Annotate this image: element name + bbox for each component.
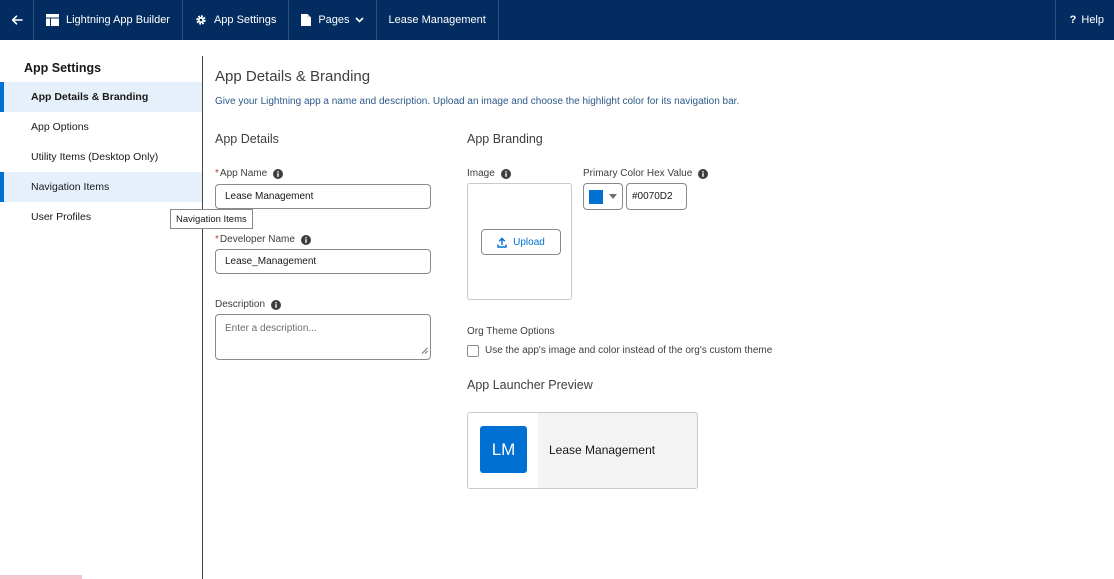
- resize-handle-icon[interactable]: [421, 346, 428, 357]
- app-builder-title: Lightning App Builder: [34, 0, 183, 40]
- sidebar-item-app-details-branding[interactable]: App Details & Branding: [0, 82, 202, 112]
- developer-name-input[interactable]: Lease_Management: [215, 249, 431, 274]
- required-asterisk: *: [215, 168, 219, 179]
- app-name-label-text: App Name: [219, 168, 268, 179]
- app-icon: LM: [480, 426, 527, 473]
- pages-label: Pages: [318, 14, 350, 26]
- gear-icon: [195, 14, 207, 26]
- page-icon: [301, 14, 312, 26]
- question-icon: ?: [1069, 14, 1077, 26]
- preview-app-name: Lease Management: [549, 443, 656, 457]
- info-icon[interactable]: [300, 234, 311, 245]
- image-dropzone[interactable]: Upload: [467, 183, 572, 300]
- info-icon[interactable]: [271, 299, 282, 310]
- page-description: Give your Lightning app a name and descr…: [215, 96, 740, 107]
- upload-label: Upload: [513, 236, 545, 248]
- current-app-name: Lease Management: [377, 0, 499, 40]
- org-theme-label: Org Theme Options: [467, 326, 555, 337]
- sidebar-item-utility-items[interactable]: Utility Items (Desktop Only): [0, 142, 202, 172]
- arrow-left-icon: [11, 14, 23, 26]
- color-picker-button[interactable]: [583, 183, 623, 210]
- app-builder-icon: [46, 14, 59, 26]
- top-navigation-bar: Lightning App Builder App Settings Pages…: [0, 0, 1114, 40]
- hex-color-input[interactable]: #0070D2: [626, 183, 687, 210]
- page-title: App Details & Branding: [215, 68, 371, 85]
- developer-name-label-text: Developer Name: [219, 234, 295, 245]
- primary-color-label-text: Primary Color Hex Value: [583, 168, 693, 179]
- app-settings-label: App Settings: [213, 14, 277, 26]
- app-launcher-preview: LM Lease Management: [467, 412, 698, 489]
- settings-sidebar: App Settings App Details & Branding App …: [0, 56, 203, 579]
- app-settings-button[interactable]: App Settings: [183, 0, 290, 40]
- caret-down-icon: [609, 193, 617, 200]
- preview-icon-area: LM: [468, 413, 538, 488]
- app-launcher-preview-heading: App Launcher Preview: [467, 378, 593, 392]
- org-theme-checkbox-label: Use the app's image and color instead of…: [485, 345, 773, 356]
- color-swatch: [589, 189, 603, 204]
- upload-icon: [497, 236, 507, 248]
- help-button[interactable]: ? Help: [1054, 0, 1114, 40]
- info-icon[interactable]: [500, 168, 511, 179]
- description-label-text: Description: [215, 299, 266, 310]
- org-theme-checkbox[interactable]: [467, 345, 479, 357]
- sidebar-item-navigation-items[interactable]: Navigation Items: [0, 172, 202, 202]
- info-icon[interactable]: [273, 168, 284, 179]
- main-content: App Details & Branding Give your Lightni…: [215, 56, 1114, 579]
- bottom-indicator: [0, 575, 82, 579]
- required-asterisk: *: [215, 234, 219, 245]
- info-icon[interactable]: [698, 168, 709, 179]
- primary-color-label: Primary Color Hex Value: [583, 168, 709, 179]
- image-label-text: Image: [467, 168, 495, 179]
- developer-name-label: * Developer Name: [215, 234, 311, 245]
- app-builder-label: Lightning App Builder: [66, 14, 170, 26]
- description-textarea[interactable]: Enter a description...: [215, 314, 431, 360]
- upload-button[interactable]: Upload: [481, 229, 561, 255]
- back-button[interactable]: [0, 0, 34, 40]
- sidebar-item-app-options[interactable]: App Options: [0, 112, 202, 142]
- sidebar-title: App Settings: [24, 61, 102, 75]
- description-placeholder: Enter a description...: [225, 323, 317, 334]
- chevron-down-icon: [354, 17, 364, 23]
- current-app-label: Lease Management: [388, 14, 486, 26]
- app-branding-heading: App Branding: [467, 132, 543, 146]
- image-label: Image: [467, 168, 511, 179]
- pages-dropdown[interactable]: Pages: [289, 0, 377, 40]
- app-name-label: * App Name: [215, 168, 284, 179]
- help-label: Help: [1081, 14, 1104, 26]
- description-label: Description: [215, 299, 282, 310]
- app-details-heading: App Details: [215, 132, 279, 146]
- app-name-input[interactable]: Lease Management: [215, 184, 431, 209]
